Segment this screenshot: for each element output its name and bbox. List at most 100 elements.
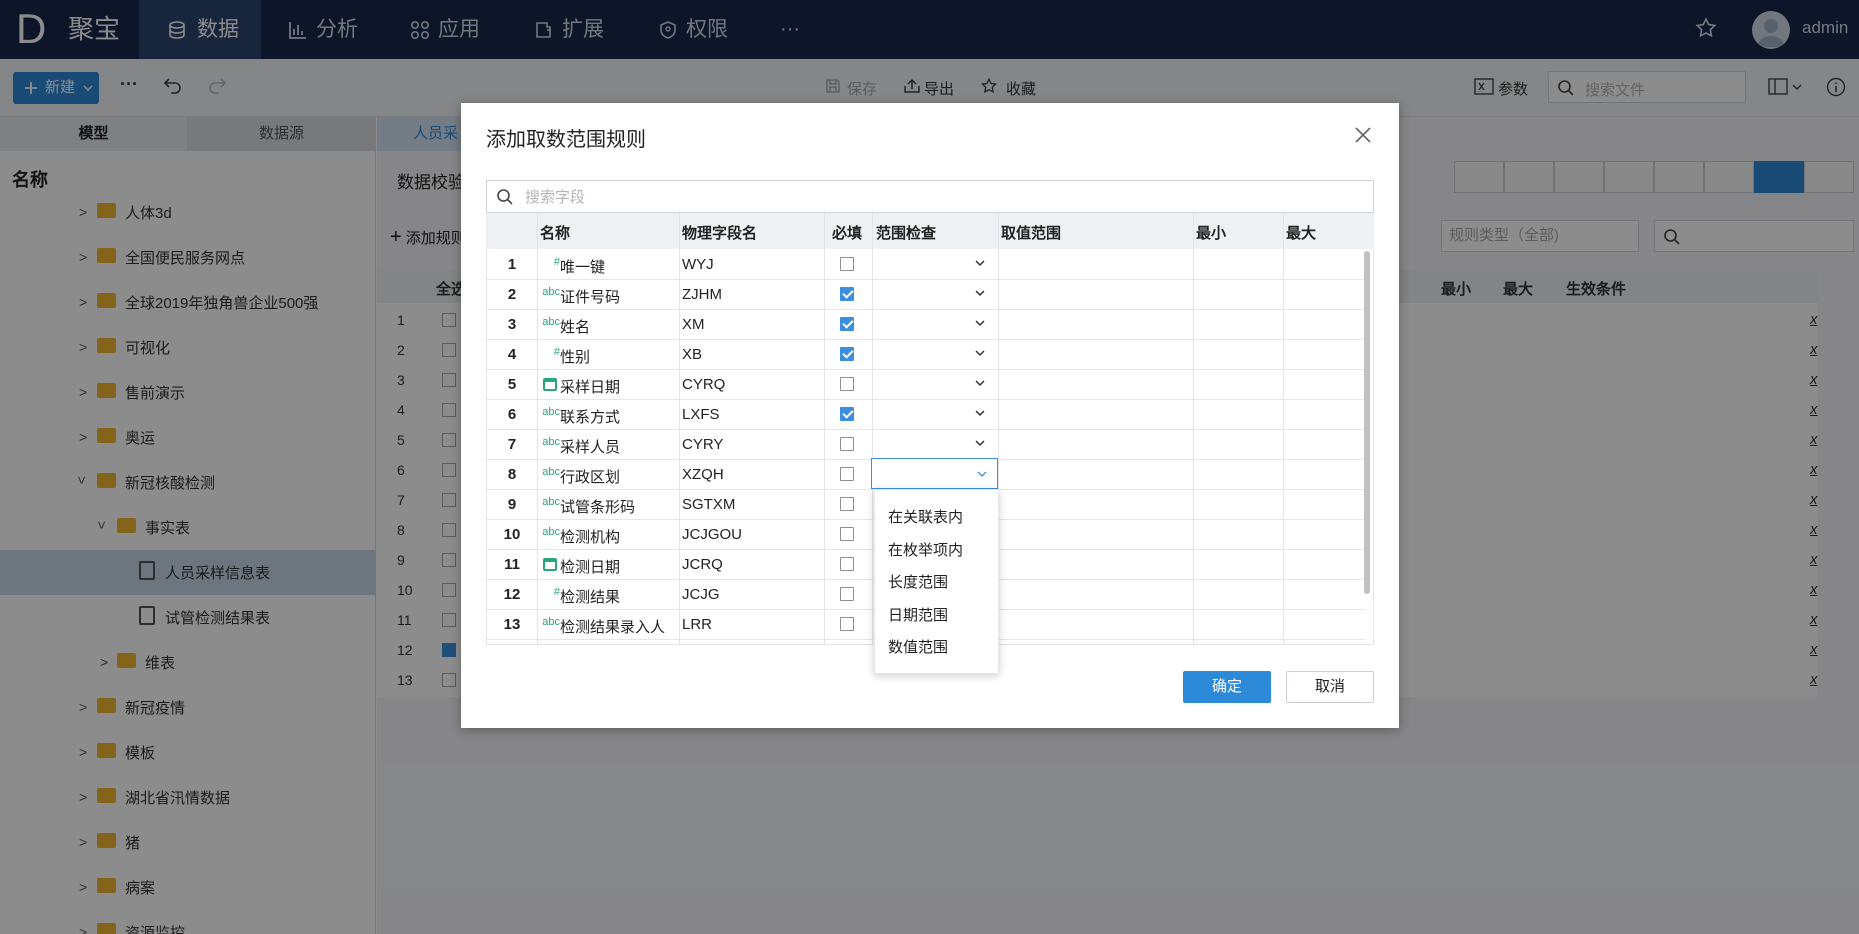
field-row: 4 # 性别 XB xyxy=(487,340,1365,370)
physical-name: ZJHM xyxy=(682,286,722,303)
col-physical: 物理字段名 xyxy=(682,225,758,242)
calendar-icon xyxy=(543,378,557,391)
field-name: 试管条形码 xyxy=(560,499,636,516)
row-number: 12 xyxy=(503,586,521,603)
row-number: 6 xyxy=(507,406,517,423)
required-checkbox[interactable] xyxy=(840,287,854,301)
text-type-icon: abc xyxy=(542,466,560,478)
dialog-title: 添加取数范围规则 xyxy=(486,129,646,151)
col-value-range: 取值范围 xyxy=(1001,225,1062,242)
field-name: 联系方式 xyxy=(560,409,621,426)
range-check-select-active[interactable] xyxy=(871,458,998,489)
field-name: 检测日期 xyxy=(560,559,621,576)
col-max: 最大 xyxy=(1286,225,1317,242)
physical-name: JCRQ xyxy=(682,556,723,573)
physical-name: LRR xyxy=(682,616,713,633)
option-number-range[interactable]: 数值范围 xyxy=(888,636,948,657)
physical-name: JCJG xyxy=(682,586,720,603)
physical-name: CYRQ xyxy=(682,376,726,393)
number-type-icon: # xyxy=(553,346,560,358)
physical-name: WYJ xyxy=(682,256,714,273)
field-row: 7 abc 采样人员 CYRY xyxy=(487,430,1365,460)
row-number: 1 xyxy=(507,256,517,273)
row-number: 10 xyxy=(503,526,521,543)
chevron-down-icon[interactable] xyxy=(975,438,985,448)
field-name: 采样日期 xyxy=(560,379,621,396)
confirm-button[interactable]: 确定 xyxy=(1183,671,1271,703)
row-number: 5 xyxy=(507,376,517,393)
required-checkbox[interactable] xyxy=(840,347,854,361)
chevron-down-icon[interactable] xyxy=(975,288,985,298)
physical-name: LXFS xyxy=(682,406,720,423)
text-type-icon: abc xyxy=(542,496,560,508)
number-type-icon: # xyxy=(553,586,560,598)
text-type-icon: abc xyxy=(542,616,560,628)
required-checkbox[interactable] xyxy=(840,437,854,451)
field-row: 5 采样日期 CYRQ xyxy=(487,370,1365,400)
field-name: 性别 xyxy=(560,349,591,366)
col-required: 必填 xyxy=(832,225,863,242)
option-in-enum[interactable]: 在枚举项内 xyxy=(888,539,963,560)
physical-name: CYRY xyxy=(682,436,724,453)
cancel-button[interactable]: 取消 xyxy=(1286,671,1374,703)
physical-name: JCJGOU xyxy=(682,526,742,543)
col-range-check: 范围检查 xyxy=(876,225,937,242)
grid-scrollbar[interactable] xyxy=(1364,251,1370,594)
row-number: 3 xyxy=(507,316,517,333)
physical-name: XZQH xyxy=(682,466,724,483)
row-number: 4 xyxy=(507,346,517,363)
field-row: 2 abc 证件号码 ZJHM xyxy=(487,280,1365,310)
required-checkbox[interactable] xyxy=(840,467,854,481)
chevron-down-icon[interactable] xyxy=(975,408,985,418)
text-type-icon: abc xyxy=(542,436,560,448)
text-type-icon: abc xyxy=(542,526,560,538)
row-number: 11 xyxy=(504,556,520,573)
field-name: 行政区划 xyxy=(560,469,621,486)
row-number: 13 xyxy=(503,616,521,633)
chevron-down-icon[interactable] xyxy=(975,378,985,388)
option-date-range[interactable]: 日期范围 xyxy=(888,604,948,625)
text-type-icon: abc xyxy=(542,316,560,328)
text-type-icon: abc xyxy=(542,406,560,418)
required-checkbox[interactable] xyxy=(840,527,854,541)
range-check-menu: 在关联表内 在枚举项内 长度范围 日期范围 数值范围 xyxy=(874,489,999,674)
row-number: 2 xyxy=(507,286,517,303)
field-name: 检测机构 xyxy=(560,529,621,546)
chevron-down-icon[interactable] xyxy=(975,318,985,328)
physical-name: XM xyxy=(682,316,705,333)
required-checkbox[interactable] xyxy=(840,587,854,601)
field-row: 1 # 唯一键 WYJ xyxy=(487,250,1365,280)
field-row: 6 abc 联系方式 LXFS xyxy=(487,400,1365,430)
field-name: 检测结果录入人 xyxy=(560,619,666,636)
required-checkbox[interactable] xyxy=(840,317,854,331)
col-name: 名称 xyxy=(540,225,571,242)
field-search xyxy=(486,180,1374,213)
text-type-icon: abc xyxy=(542,286,560,298)
chevron-down-icon[interactable] xyxy=(975,258,985,268)
chevron-down-icon xyxy=(977,471,987,477)
field-search-input[interactable] xyxy=(525,187,1345,207)
row-number: 9 xyxy=(507,496,517,513)
option-in-related-table[interactable]: 在关联表内 xyxy=(888,506,963,527)
chevron-down-icon[interactable] xyxy=(975,348,985,358)
close-icon[interactable] xyxy=(1352,124,1374,146)
required-checkbox[interactable] xyxy=(840,407,854,421)
row-number: 8 xyxy=(507,466,517,483)
col-min: 最小 xyxy=(1196,225,1227,242)
required-checkbox[interactable] xyxy=(840,617,854,631)
required-checkbox[interactable] xyxy=(840,557,854,571)
field-name: 检测结果 xyxy=(560,589,621,606)
field-name: 姓名 xyxy=(560,319,591,336)
field-name: 采样人员 xyxy=(560,439,621,456)
search-icon xyxy=(497,189,513,205)
physical-name: XB xyxy=(682,346,703,363)
field-name: 唯一键 xyxy=(560,259,606,276)
required-checkbox[interactable] xyxy=(840,497,854,511)
option-length-range[interactable]: 长度范围 xyxy=(888,571,948,592)
physical-name: SGTXM xyxy=(682,496,736,513)
number-type-icon: # xyxy=(553,256,560,268)
required-checkbox[interactable] xyxy=(840,377,854,391)
calendar-icon xyxy=(543,558,557,571)
field-name: 证件号码 xyxy=(560,289,621,306)
required-checkbox[interactable] xyxy=(840,257,854,271)
